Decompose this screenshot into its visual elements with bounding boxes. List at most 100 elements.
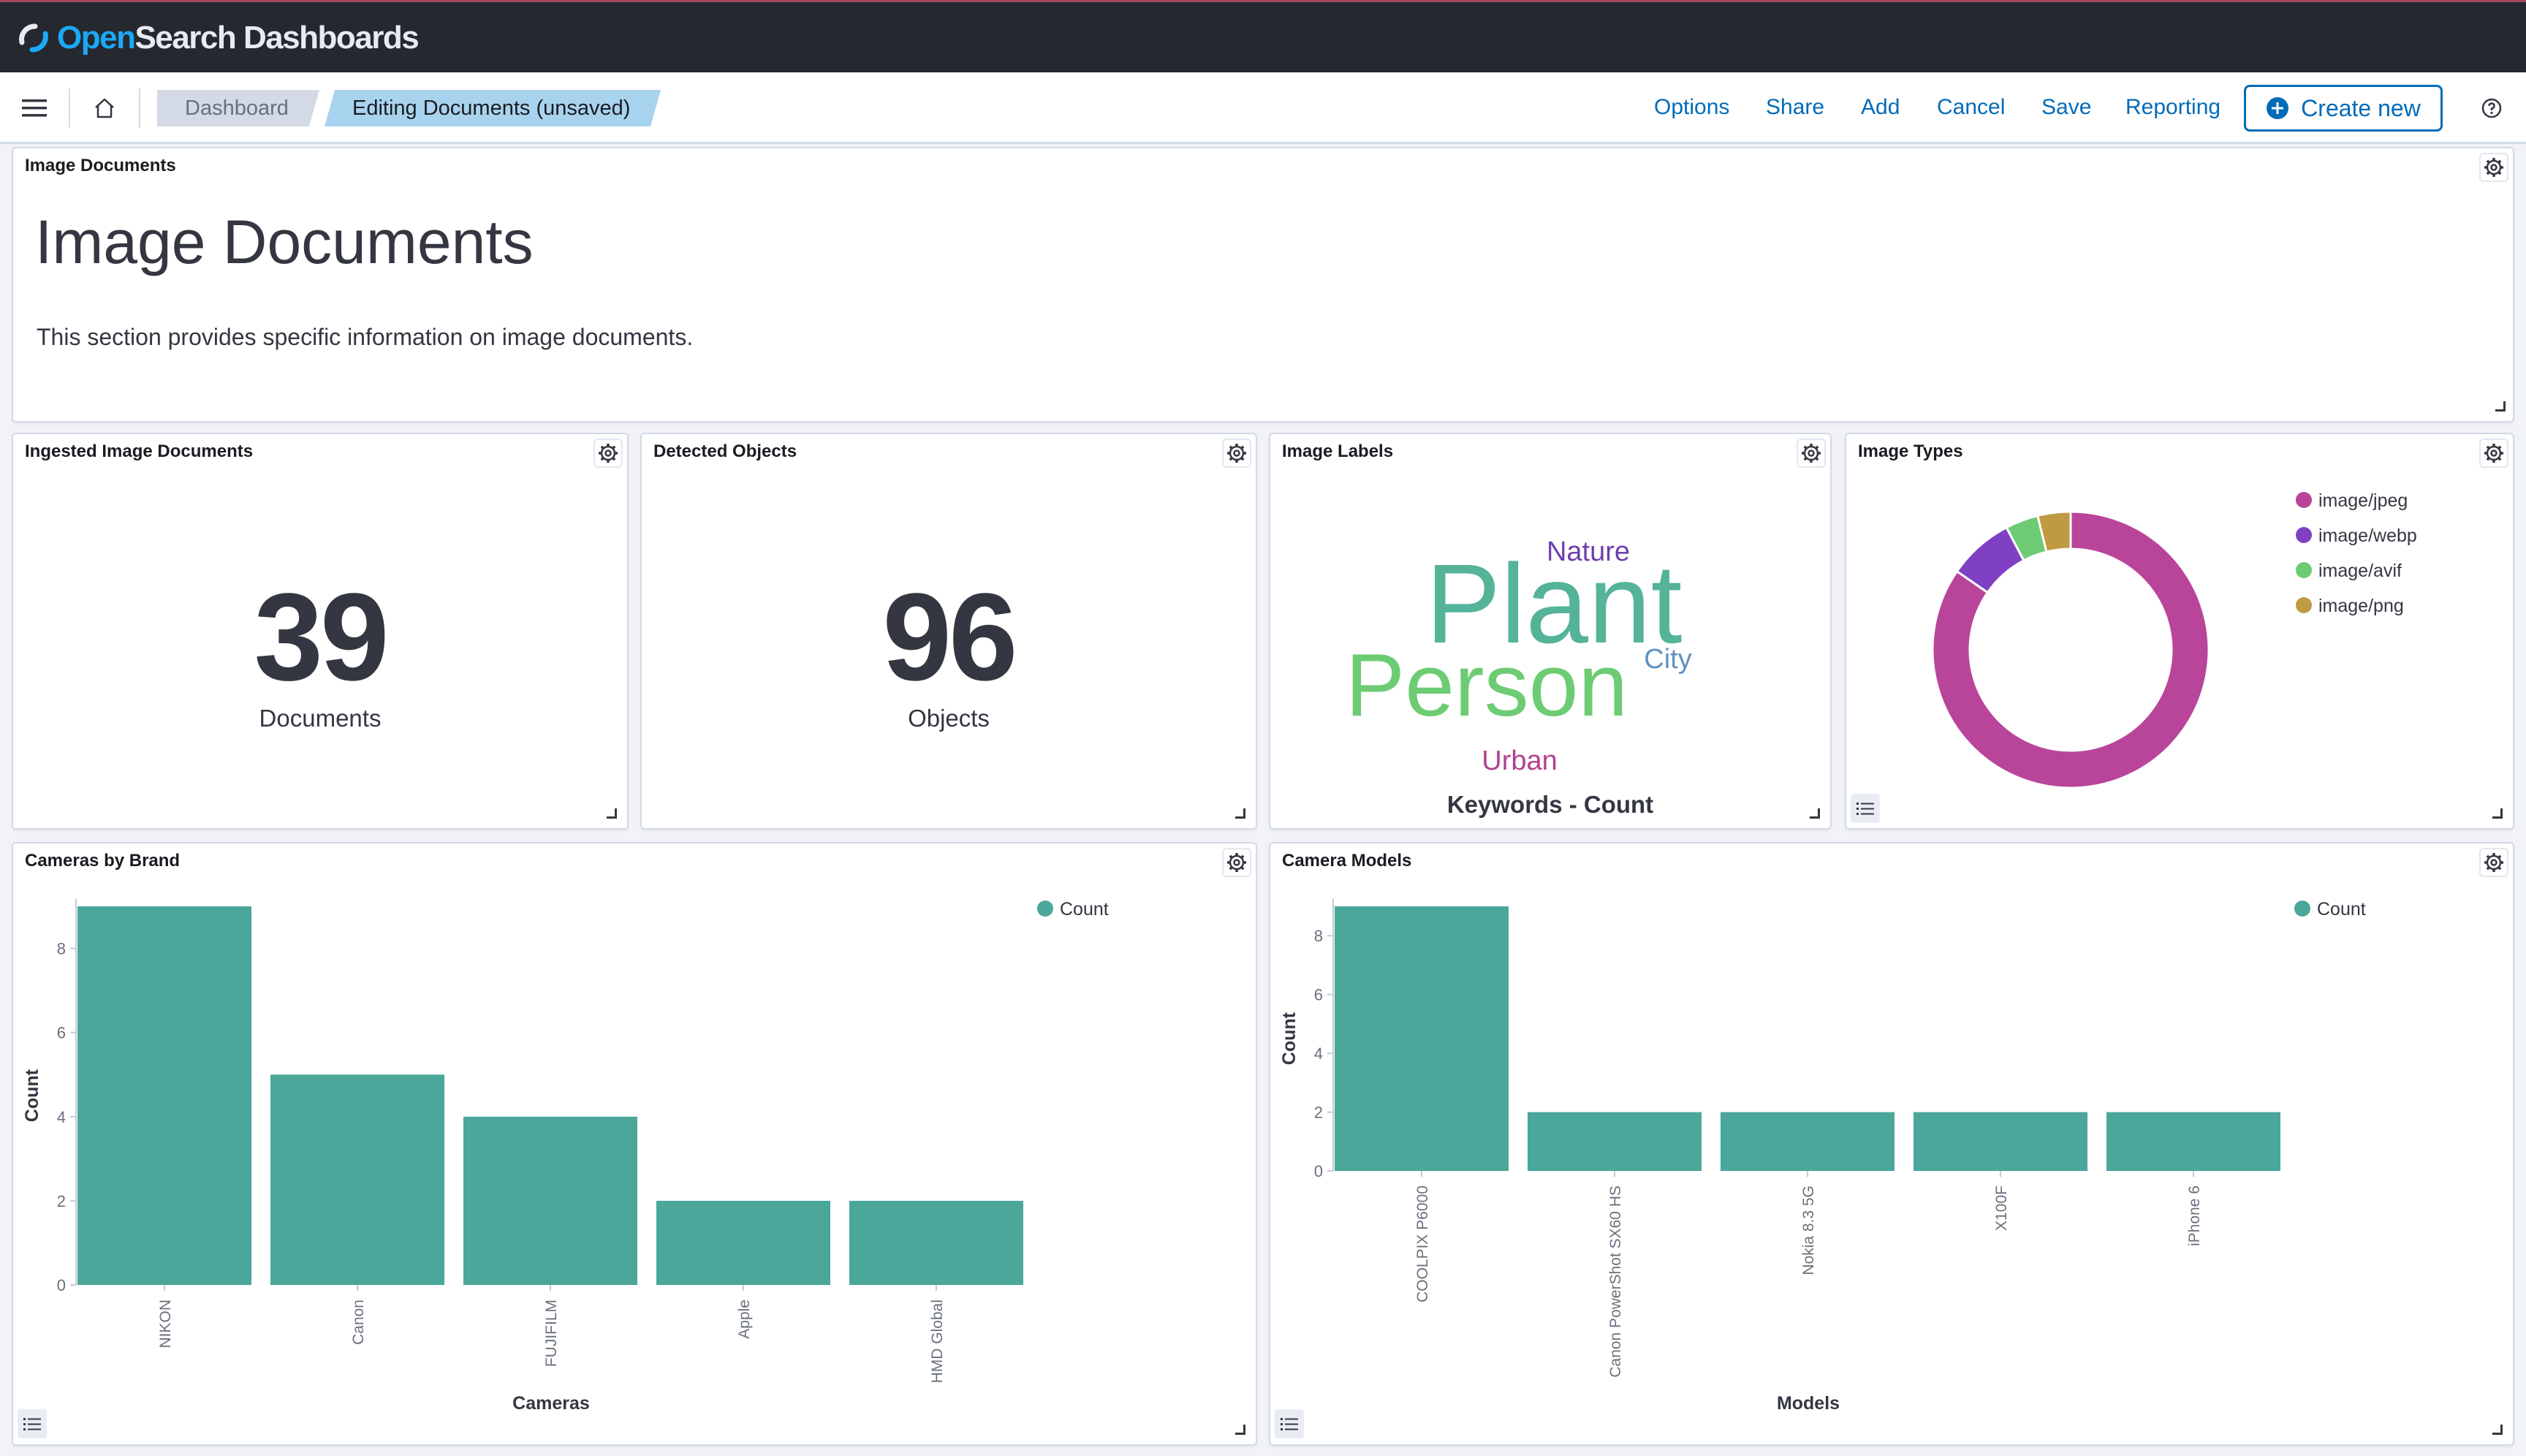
share-link[interactable]: Share: [1766, 93, 1824, 122]
resize-handle-icon[interactable]: [2492, 1425, 2503, 1435]
panel-title: Detected Objects: [653, 441, 797, 461]
legend-dot: [2296, 492, 2312, 508]
options-link[interactable]: Options: [1654, 93, 1729, 122]
x-tick-label: Apple: [736, 1300, 753, 1339]
tag-cloud-word[interactable]: City: [1644, 644, 1691, 675]
metric-label: Objects: [908, 705, 990, 732]
y-tick-label: 2: [1314, 1104, 1323, 1122]
create-new-label: Create new: [2301, 94, 2421, 121]
resize-handle-icon[interactable]: [1235, 808, 1245, 819]
breadcrumb-current: Editing Documents (unsaved): [325, 90, 661, 126]
legend-item[interactable]: image/png: [2318, 596, 2404, 616]
resize-handle-icon[interactable]: [1810, 808, 1820, 819]
plus-in-circle-icon: [2267, 97, 2289, 119]
help-icon: [2481, 98, 2502, 118]
x-axis-title: Cameras: [512, 1393, 590, 1414]
metric-value: 96: [882, 568, 1017, 707]
bar[interactable]: [656, 1200, 830, 1285]
x-axis-title: Models: [1777, 1393, 1840, 1414]
app-header: OpenSearch Dashboards: [0, 0, 2526, 72]
panel-image-labels: Image Labels Plant Person Nature City Ur…: [1269, 433, 1832, 830]
legend-item[interactable]: image/webp: [2318, 526, 2417, 546]
create-new-button[interactable]: Create new: [2244, 85, 2443, 132]
list-icon: [23, 1417, 41, 1431]
legend-dot: [2296, 527, 2312, 543]
breadcrumb-dashboard[interactable]: Dashboard: [157, 90, 319, 126]
y-tick-label: 4: [1314, 1044, 1323, 1063]
resize-handle-icon[interactable]: [2492, 808, 2503, 819]
opensearch-logo[interactable]: OpenSearch Dashboards: [16, 18, 420, 58]
resize-handle-icon[interactable]: [1235, 1425, 1245, 1435]
menu-toggle-button[interactable]: [16, 90, 53, 126]
gear-icon: [2483, 156, 2505, 178]
markdown-heading: Image Documents: [35, 208, 534, 276]
resize-handle-icon[interactable]: [607, 808, 617, 819]
panel-options-button[interactable]: [1797, 439, 1826, 468]
y-tick-label: 4: [57, 1108, 66, 1126]
panel-image-documents: Image Documents Image Documents This sec…: [12, 147, 2514, 422]
panel-options-button[interactable]: [593, 439, 623, 468]
bar[interactable]: [1528, 1112, 1702, 1171]
bar[interactable]: [1721, 1112, 1894, 1171]
gear-icon: [1800, 442, 1822, 464]
tag-cloud-caption: Keywords - Count: [1446, 791, 1654, 818]
legend-dot: [2296, 597, 2312, 613]
x-tick-label: NIKON: [157, 1300, 174, 1349]
bar[interactable]: [1335, 906, 1509, 1171]
gear-icon: [1226, 442, 1248, 464]
panel-title: Ingested Image Documents: [25, 441, 254, 461]
panel-ingested-documents: Ingested Image Documents 39 Documents: [12, 433, 629, 830]
y-tick-label: 8: [57, 940, 66, 958]
tag-cloud-word[interactable]: Urban: [1482, 746, 1558, 776]
metric-value: 39: [254, 568, 389, 707]
bar[interactable]: [849, 1200, 1023, 1285]
divider: [139, 88, 140, 128]
x-tick-label: Nokia 8.3 5G: [1800, 1186, 1817, 1275]
app-title-open: Open: [57, 20, 136, 56]
app-title: OpenSearch Dashboards: [57, 20, 420, 56]
y-tick-label: 2: [57, 1192, 66, 1210]
home-button[interactable]: [86, 90, 123, 126]
panel-options-button[interactable]: [2479, 153, 2508, 182]
gear-icon: [597, 442, 619, 464]
divider: [69, 88, 70, 128]
legend-item[interactable]: image/jpeg: [2318, 490, 2408, 511]
bar[interactable]: [463, 1116, 637, 1285]
tag-cloud-word[interactable]: Nature: [1547, 536, 1630, 567]
list-icon: [1281, 1417, 1298, 1431]
legend-dot: [2294, 900, 2310, 917]
tag-cloud-word[interactable]: Person: [1346, 635, 1628, 735]
reporting-link[interactable]: Reporting: [2125, 93, 2220, 122]
x-tick-label: Canon PowerShot SX60 HS: [1607, 1186, 1624, 1378]
help-button[interactable]: [2473, 90, 2510, 126]
app-title-rest: Search Dashboards: [134, 20, 419, 56]
legend-item[interactable]: Count: [1060, 899, 1109, 920]
save-link[interactable]: Save: [2041, 93, 2091, 122]
legend-item[interactable]: image/avif: [2318, 561, 2402, 581]
legend-toggle-button[interactable]: [1275, 1409, 1304, 1438]
cancel-link[interactable]: Cancel: [1937, 93, 2005, 122]
metric-label: Documents: [259, 705, 382, 732]
legend-dot: [2296, 562, 2312, 578]
bar[interactable]: [2106, 1112, 2280, 1171]
bar[interactable]: [270, 1074, 444, 1285]
add-link[interactable]: Add: [1861, 93, 1900, 122]
panel-detected-objects: Detected Objects 96 Objects: [640, 433, 1257, 830]
panel-camera-models: Camera Models 0 2 4 6 8 COOLPIX P6000 Canon Po…: [1269, 842, 2514, 1446]
legend-dot: [1037, 900, 1053, 917]
legend-toggle-button[interactable]: [1851, 794, 1880, 823]
hamburger-icon: [22, 99, 47, 117]
y-tick-label: 6: [57, 1024, 66, 1042]
bar[interactable]: [77, 906, 251, 1285]
bar-chart-brands: 0 2 4 6 8 NIKON Canon FUJIFILM Apple HMD Global Ca…: [22, 899, 1109, 1414]
y-tick-label: 0: [1314, 1162, 1323, 1180]
legend-item[interactable]: Count: [2317, 899, 2366, 920]
panel-options-button[interactable]: [1222, 439, 1251, 468]
x-tick-label: COOLPIX P6000: [1414, 1186, 1431, 1303]
bar[interactable]: [1914, 1112, 2087, 1171]
opensearch-logo-icon: [19, 23, 48, 53]
resize-handle-icon[interactable]: [2495, 401, 2506, 412]
panel-cameras-by-brand: Cameras by Brand 0 2 4 6 8 NIKON Canon FUJIFILM…: [12, 842, 1257, 1446]
legend-toggle-button[interactable]: [18, 1409, 47, 1438]
y-axis-title: Count: [1279, 1012, 1300, 1065]
